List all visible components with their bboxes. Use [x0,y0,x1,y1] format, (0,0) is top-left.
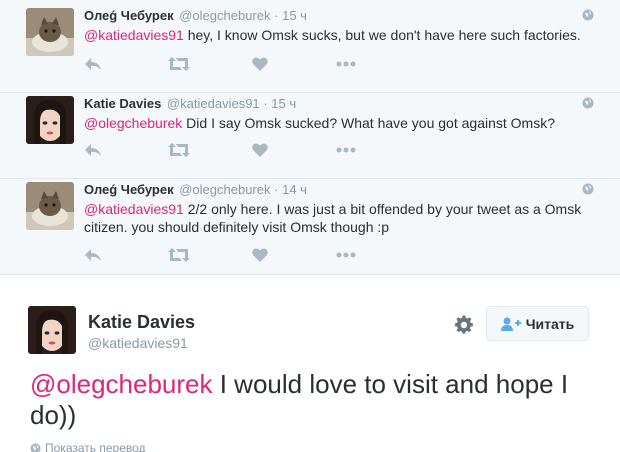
tweet-actions [84,141,420,159]
more-icon [336,147,356,153]
reply-tweet[interactable]: Олеǵ Чебурек @olegcheburek · 15 ч @katie… [0,0,620,93]
gear-icon[interactable] [454,315,474,335]
globe-icon [582,183,594,195]
tweet-actions [84,55,420,73]
like-button[interactable] [252,55,336,73]
translate-label: Показать перевод [45,441,146,452]
like-icon [252,143,268,157]
retweet-icon [168,57,190,71]
avatar[interactable] [26,96,74,144]
reply-icon [85,58,101,70]
avatar[interactable] [26,182,74,230]
timestamp[interactable]: 15 ч [271,96,296,111]
tweet-header: Олеǵ Чебурек @olegcheburek · 14 ч [84,182,307,197]
username[interactable]: @katiedavies91 [88,335,188,351]
username[interactable]: @olegcheburek [179,182,270,197]
tweet-header: Katie Davies @katiedavies91 · 15 ч [84,96,296,111]
separator: · [274,8,279,23]
more-icon [336,252,356,258]
retweet-button[interactable] [168,141,252,159]
globe-icon [582,97,594,109]
retweet-button[interactable] [168,55,252,73]
reply-button[interactable] [84,246,168,264]
globe-icon [30,442,41,452]
tweet-actions [84,246,420,264]
tweet-text: @katiedavies91 hey, I know Omsk sucks, b… [84,26,604,44]
tweet-header: Олеǵ Чебурек @olegcheburek · 15 ч [84,8,307,23]
separator: · [263,96,268,111]
follow-label: Читать [525,315,575,332]
like-button[interactable] [252,141,336,159]
reply-icon [85,144,101,156]
timestamp[interactable]: 15 ч [282,8,307,23]
more-button[interactable] [336,141,420,159]
mention-link[interactable]: @olegcheburek [84,115,182,131]
mention-link[interactable]: @katiedavies91 [84,27,184,43]
fullname[interactable]: Олеǵ Чебурек [84,182,174,197]
more-button[interactable] [336,246,420,264]
mention-link[interactable]: @katiedavies91 [84,201,184,217]
globe-icon [582,9,594,21]
like-button[interactable] [252,246,336,264]
retweet-icon [168,248,190,262]
follow-icon [500,317,521,331]
main-tweet: Katie Davies @katiedavies91 Читать @oleg… [0,293,620,452]
tweet-body: Did I say Omsk sucked? What have you got… [182,115,555,131]
follow-button[interactable]: Читать [486,306,589,341]
more-icon [336,61,356,67]
like-icon [252,57,268,71]
avatar[interactable] [26,8,74,56]
reply-icon [85,249,101,261]
username[interactable]: @katiedavies91 [167,96,260,111]
timestamp[interactable]: 14 ч [282,182,307,197]
like-icon [252,248,268,262]
reply-tweet[interactable]: Олеǵ Чебурек @olegcheburek · 14 ч @katie… [0,179,620,275]
retweet-button[interactable] [168,246,252,264]
username[interactable]: @olegcheburek [179,8,270,23]
fullname[interactable]: Katie Davies [88,312,195,333]
tweet-text: @katiedavies91 2/2 only here. I was just… [84,200,604,236]
mention-link[interactable]: @olegcheburek [30,369,213,399]
translate-link[interactable]: Показать перевод [30,441,146,452]
reply-button[interactable] [84,141,168,159]
tweet-text: @olegcheburek I would love to visit and … [30,369,600,431]
reply-tweet[interactable]: Katie Davies @katiedavies91 · 15 ч @oleg… [0,93,620,179]
reply-button[interactable] [84,55,168,73]
retweet-icon [168,143,190,157]
fullname[interactable]: Katie Davies [84,96,161,111]
fullname[interactable]: Олеǵ Чебурек [84,8,174,23]
avatar[interactable] [28,306,76,354]
separator: · [274,182,279,197]
tweet-body: hey, I know Omsk sucks, but we don't hav… [183,27,581,43]
more-button[interactable] [336,55,420,73]
tweet-text: @olegcheburek Did I say Omsk sucked? Wha… [84,114,604,132]
